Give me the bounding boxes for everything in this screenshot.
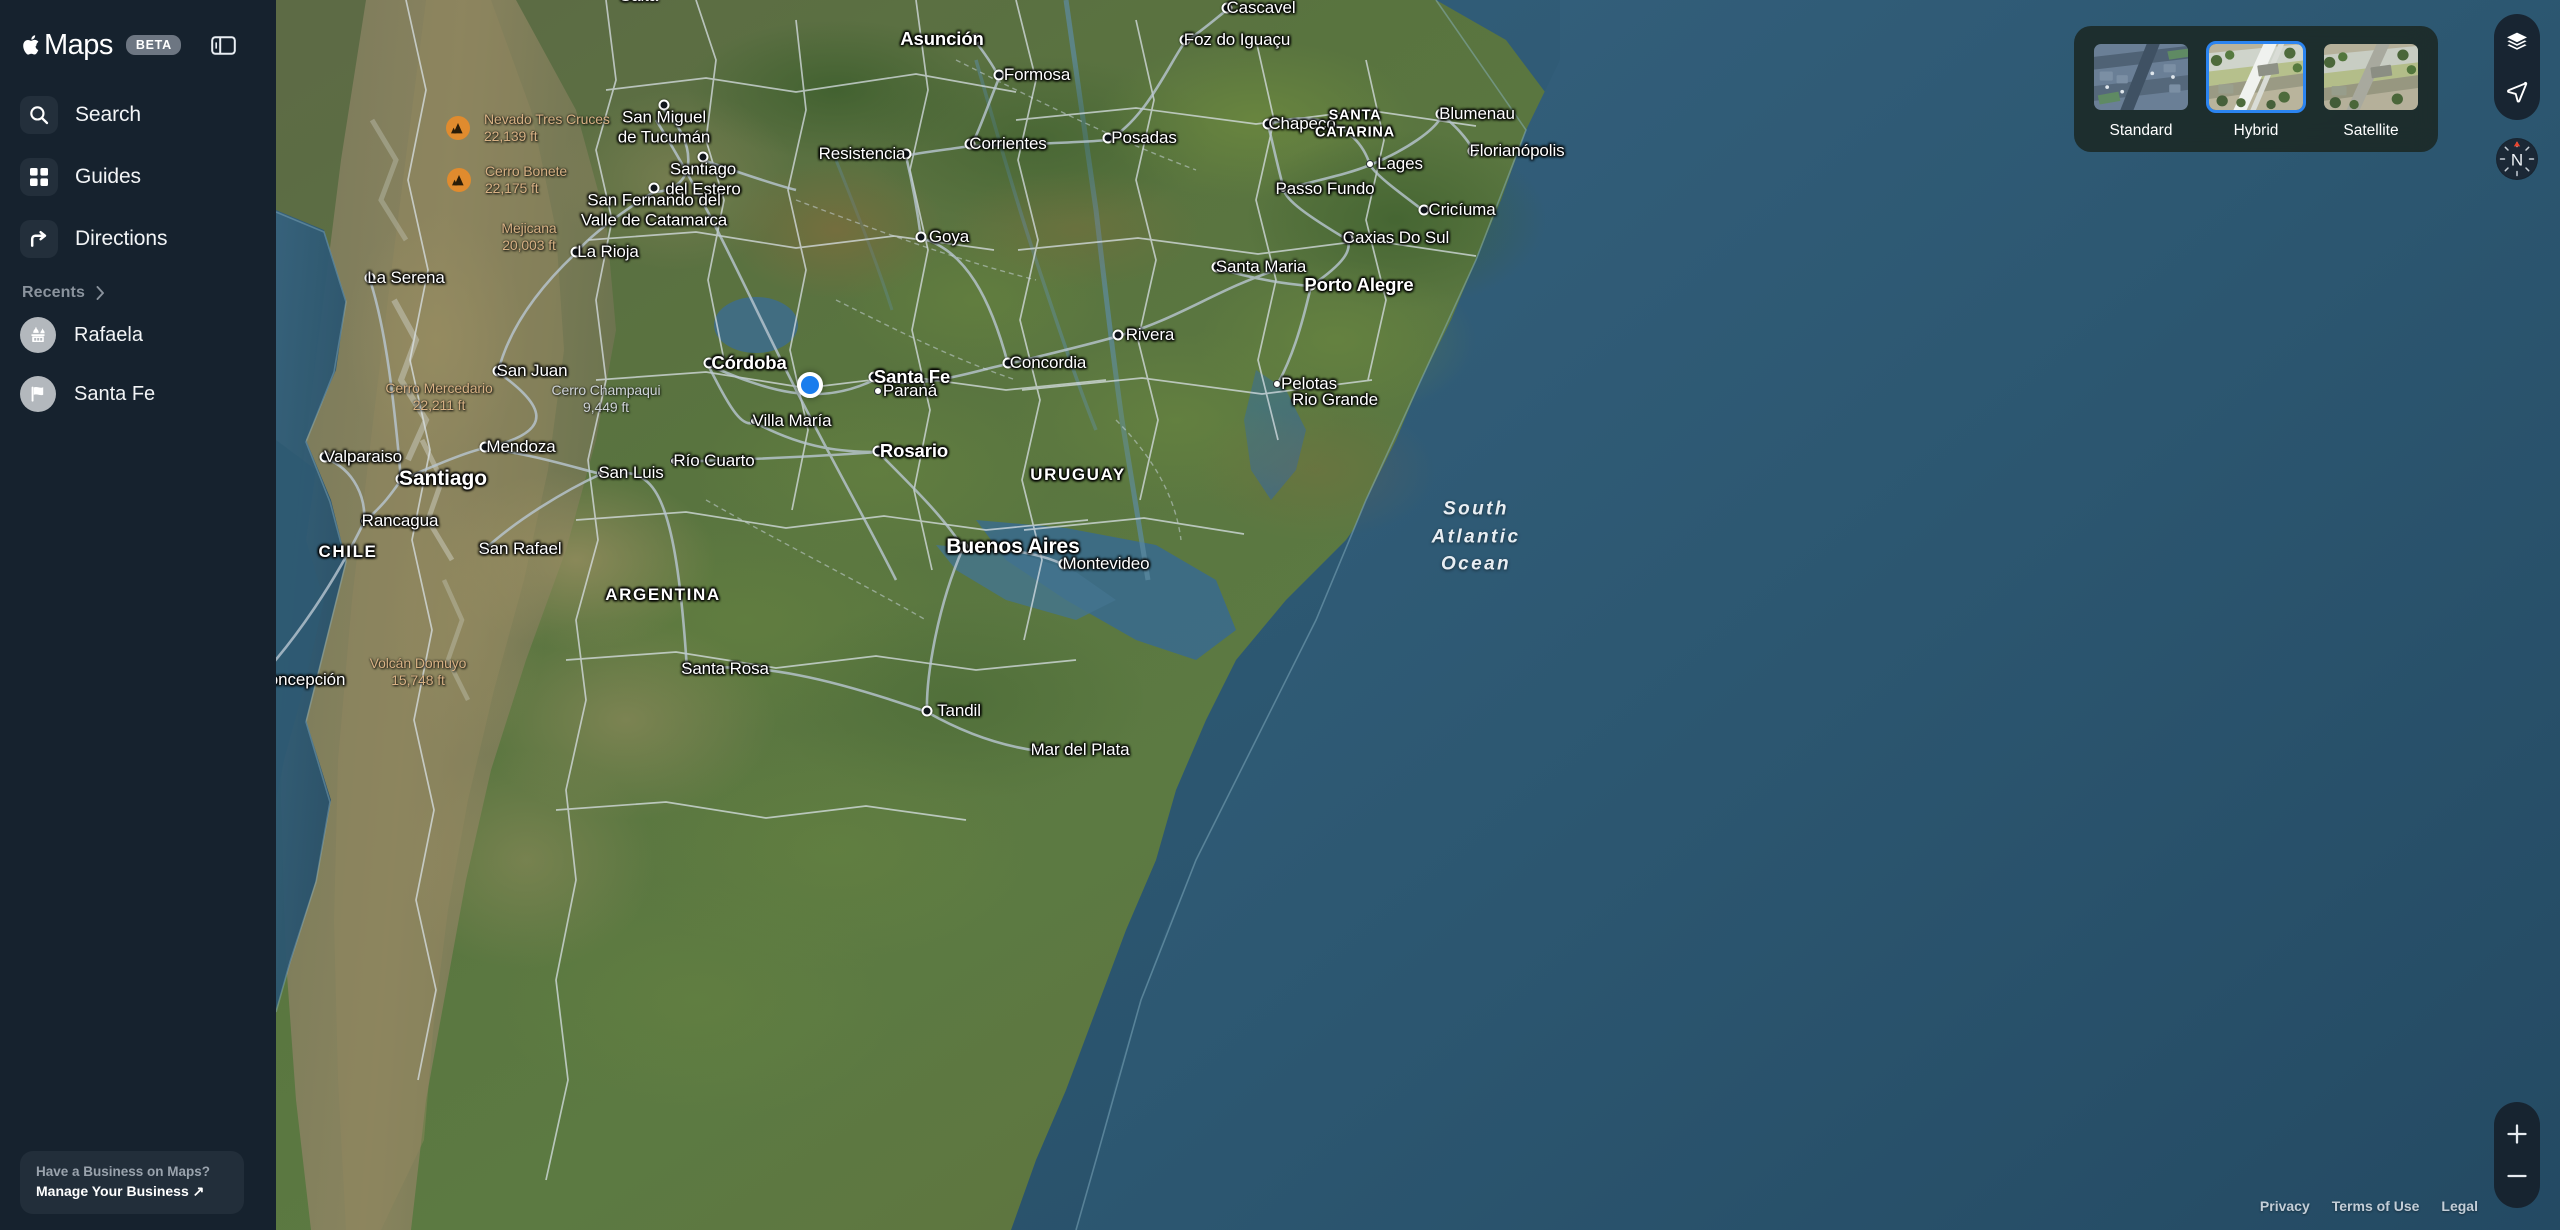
standard-thumbnail: [2091, 41, 2191, 113]
apple-logo-icon: [22, 33, 44, 57]
satellite-thumbnail: [2321, 41, 2421, 113]
compass-letter: N: [2511, 150, 2523, 169]
recent-item-label: Santa Fe: [74, 382, 156, 405]
map-style-switcher[interactable]: Standard Hybrid Satellite: [2074, 26, 2438, 152]
grid-icon: [20, 158, 58, 196]
search-icon: [20, 96, 58, 134]
sidebar-item-guides[interactable]: Guides: [0, 154, 276, 200]
sidebar-header: Maps BETA: [0, 0, 276, 64]
sidebar-item-directions[interactable]: Directions: [0, 216, 276, 262]
locate-arrow-icon[interactable]: [2502, 77, 2532, 107]
map-controls-pill[interactable]: [2494, 14, 2540, 120]
business-card-cta[interactable]: Manage Your Business ↗: [36, 1182, 228, 1201]
zoom-controls[interactable]: [2494, 1102, 2540, 1208]
recents-title: Recents: [22, 284, 85, 301]
hybrid-thumbnail: [2206, 41, 2306, 113]
recent-item-label: Rafaela: [74, 323, 143, 346]
sidebar-nav: Search Guides Directions: [0, 92, 276, 262]
terms-of-use-link[interactable]: Terms of Use: [2332, 1198, 2420, 1214]
manage-business-card[interactable]: Have a Business on Maps? Manage Your Bus…: [20, 1150, 244, 1214]
beta-badge: BETA: [125, 34, 181, 56]
map-style-option-standard[interactable]: Standard: [2091, 41, 2191, 140]
map-style-option-satellite[interactable]: Satellite: [2321, 41, 2421, 140]
map-style-label: Standard: [2109, 122, 2173, 139]
landmark-icon: [20, 317, 56, 353]
sidebar-item-label: Search: [75, 103, 141, 126]
zoom-out-button[interactable]: [2495, 1155, 2539, 1197]
user-location-dot[interactable]: [797, 372, 823, 398]
sidebar: Maps BETA Search Guides Directions Recen…: [0, 0, 276, 1230]
sidebar-item-search[interactable]: Search: [0, 92, 276, 138]
layers-icon[interactable]: [2502, 27, 2532, 57]
map-style-option-hybrid[interactable]: Hybrid: [2206, 41, 2306, 140]
business-card-headline: Have a Business on Maps?: [36, 1163, 211, 1179]
sidebar-item-label: Guides: [75, 165, 141, 188]
recents-section-header[interactable]: Recents: [0, 284, 276, 302]
legal-link[interactable]: Legal: [2441, 1198, 2478, 1214]
compass-icon[interactable]: N: [2496, 138, 2538, 180]
map-style-label: Hybrid: [2233, 122, 2279, 139]
privacy-link[interactable]: Privacy: [2260, 1198, 2310, 1214]
app-title: Maps: [44, 28, 113, 61]
recent-item-santa-fe[interactable]: Santa Fe: [0, 371, 276, 417]
directions-arrow-icon: [20, 220, 58, 258]
map-style-label: Satellite: [2343, 122, 2399, 139]
map-imagery: [276, 0, 2560, 1230]
sidebar-toggle-icon[interactable]: [209, 30, 239, 60]
recent-item-rafaela[interactable]: Rafaela: [0, 312, 276, 358]
chevron-right-icon: [85, 286, 105, 300]
external-link-arrow-icon: ↗: [192, 1183, 205, 1200]
zoom-in-button[interactable]: [2495, 1113, 2539, 1155]
sidebar-item-label: Directions: [75, 227, 168, 250]
flag-icon: [20, 376, 56, 412]
footer-legal-links[interactable]: Privacy Terms of Use Legal: [2260, 1198, 2478, 1214]
business-card-cta-label: Manage Your Business: [36, 1183, 189, 1200]
map-viewport[interactable]: SaltaAsunciónCascavelFoz do IguaçuFormos…: [276, 0, 2560, 1230]
